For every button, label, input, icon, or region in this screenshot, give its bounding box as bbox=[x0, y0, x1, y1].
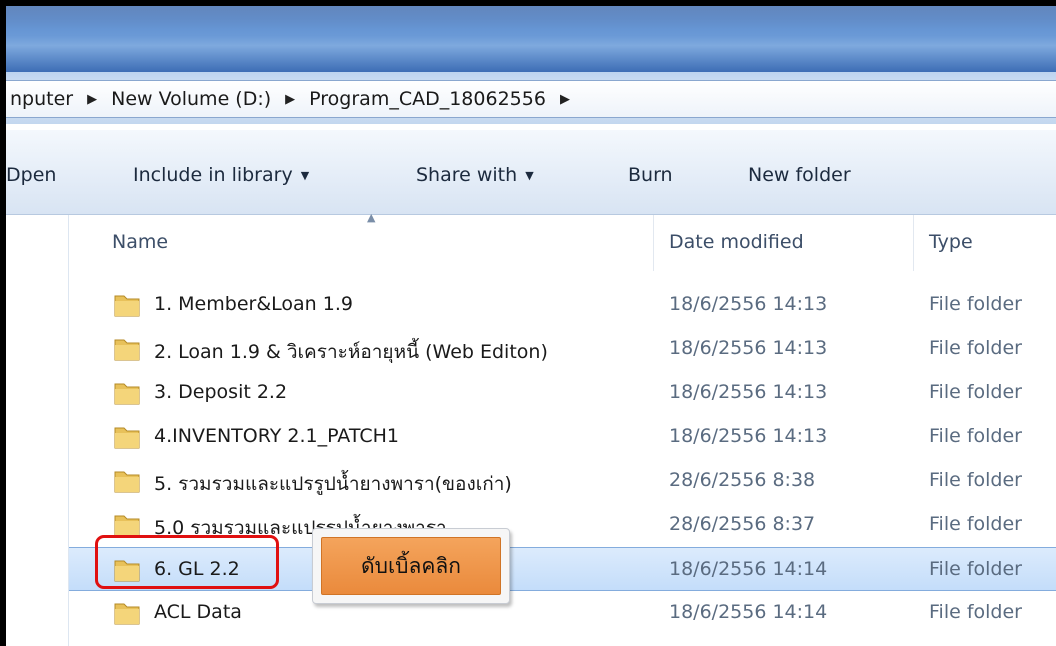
column-name[interactable]: Name bbox=[112, 231, 168, 253]
column-divider[interactable] bbox=[913, 215, 914, 271]
breadcrumb-separator-icon[interactable]: ▶ bbox=[550, 92, 580, 107]
file-name: 1. Member&Loan 1.9 bbox=[154, 293, 353, 315]
folder-icon bbox=[114, 339, 140, 361]
file-date: 18/6/2556 14:14 bbox=[669, 601, 828, 623]
file-date: 18/6/2556 14:13 bbox=[669, 381, 828, 403]
open-button[interactable]: Dpen bbox=[6, 164, 56, 186]
file-date: 18/6/2556 14:13 bbox=[669, 337, 828, 359]
callout-label: ดับเบิ้ลคลิก bbox=[321, 537, 501, 595]
column-type[interactable]: Type bbox=[929, 231, 973, 253]
column-header: ▲ Name Date modified Type bbox=[69, 211, 1056, 271]
file-type: File folder bbox=[929, 381, 1022, 403]
file-date: 18/6/2556 14:13 bbox=[669, 425, 828, 447]
file-row[interactable]: 1. Member&Loan 1.9 18/6/2556 14:13 File … bbox=[69, 283, 1056, 327]
folder-icon bbox=[114, 603, 140, 625]
command-bar: Dpen Include in library ▼ Share with ▼ Bur… bbox=[6, 130, 1056, 215]
breadcrumb-separator-icon[interactable]: ▶ bbox=[77, 92, 107, 107]
file-row[interactable]: 2. Loan 1.9 & วิเคราะห์อายุหนี้ (Web Edi… bbox=[69, 327, 1056, 371]
file-row[interactable]: 4.INVENTORY 2.1_PATCH1 18/6/2556 14:13 F… bbox=[69, 415, 1056, 459]
file-date: 18/6/2556 14:14 bbox=[669, 558, 828, 580]
file-name: 5. รวมรวมและแปรรูปน้ำยางพารา(ของเก่า) bbox=[154, 473, 512, 495]
file-type: File folder bbox=[929, 469, 1022, 491]
breadcrumb-item-computer[interactable]: nputer bbox=[6, 88, 77, 110]
file-type: File folder bbox=[929, 513, 1022, 535]
file-type: File folder bbox=[929, 337, 1022, 359]
file-name: ACL Data bbox=[154, 601, 242, 623]
callout-box: ดับเบิ้ลคลิก bbox=[312, 528, 510, 604]
column-date-modified[interactable]: Date modified bbox=[669, 231, 804, 253]
file-date: 28/6/2556 8:38 bbox=[669, 469, 816, 491]
share-with-button[interactable]: Share with ▼ bbox=[416, 164, 534, 186]
burn-button[interactable]: Burn bbox=[628, 164, 673, 186]
file-type: File folder bbox=[929, 293, 1022, 315]
include-in-library-label: Include in library bbox=[133, 164, 293, 186]
file-type: File folder bbox=[929, 425, 1022, 447]
file-type: File folder bbox=[929, 601, 1022, 623]
folder-icon bbox=[114, 383, 140, 405]
file-row[interactable]: ACL Data 18/6/2556 14:14 File folder bbox=[69, 591, 1056, 635]
file-type: File folder bbox=[929, 558, 1022, 580]
breadcrumb[interactable]: nputer ▶ New Volume (D:) ▶ Program_CAD_1… bbox=[6, 80, 1056, 118]
sort-ascending-icon: ▲ bbox=[367, 211, 376, 224]
breadcrumb-separator-icon[interactable]: ▶ bbox=[275, 92, 305, 107]
folder-icon bbox=[114, 427, 140, 449]
folder-icon bbox=[114, 295, 140, 317]
file-row[interactable]: 5. รวมรวมและแปรรูปน้ำยางพารา(ของเก่า) 28… bbox=[69, 459, 1056, 503]
new-folder-button[interactable]: New folder bbox=[748, 164, 851, 186]
file-row[interactable]: 3. Deposit 2.2 18/6/2556 14:13 File fold… bbox=[69, 371, 1056, 415]
file-name: 3. Deposit 2.2 bbox=[154, 381, 288, 403]
file-name: 4.INVENTORY 2.1_PATCH1 bbox=[154, 425, 399, 447]
breadcrumb-item-folder[interactable]: Program_CAD_18062556 bbox=[305, 88, 550, 110]
breadcrumb-item-volume[interactable]: New Volume (D:) bbox=[107, 88, 275, 110]
share-with-label: Share with bbox=[416, 164, 518, 186]
column-divider[interactable] bbox=[653, 215, 654, 271]
file-name: 2. Loan 1.9 & วิเคราะห์อายุหนี้ (Web Edi… bbox=[154, 341, 548, 363]
title-bar[interactable] bbox=[6, 6, 1056, 72]
dropdown-arrow-icon: ▼ bbox=[300, 169, 310, 182]
address-bar: nputer ▶ New Volume (D:) ▶ Program_CAD_1… bbox=[6, 72, 1056, 124]
include-in-library-button[interactable]: Include in library ▼ bbox=[133, 164, 309, 186]
folder-icon bbox=[114, 471, 140, 493]
dropdown-arrow-icon: ▼ bbox=[525, 169, 534, 182]
file-date: 28/6/2556 8:37 bbox=[669, 513, 816, 535]
file-date: 18/6/2556 14:13 bbox=[669, 293, 828, 315]
highlight-box bbox=[95, 535, 279, 589]
navigation-pane[interactable] bbox=[6, 215, 69, 646]
